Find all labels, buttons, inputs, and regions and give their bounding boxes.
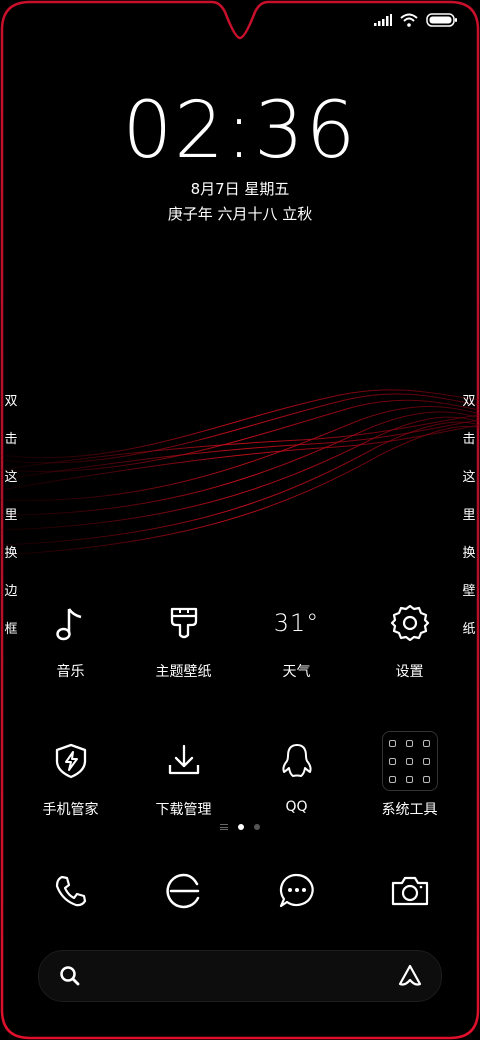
app-label: QQ bbox=[285, 799, 308, 815]
phone-icon[interactable] bbox=[14, 866, 127, 916]
camera-icon[interactable] bbox=[353, 866, 466, 916]
search-icon bbox=[60, 966, 80, 986]
paint-brush-icon bbox=[156, 595, 212, 651]
app-system-tools-folder[interactable]: 系统工具 bbox=[353, 731, 466, 819]
app-music[interactable]: 音乐 bbox=[14, 595, 127, 681]
side-left-char: 换 bbox=[4, 546, 18, 561]
side-right-char: 换 bbox=[462, 546, 476, 561]
app-label: 天气 bbox=[282, 664, 311, 680]
lockscreen-time[interactable]: 02:36 bbox=[0, 92, 480, 170]
app-qq[interactable]: QQ bbox=[240, 733, 353, 819]
side-right-char: 击 bbox=[462, 432, 476, 447]
qq-penguin-icon bbox=[269, 733, 325, 789]
side-left-char: 击 bbox=[4, 432, 18, 447]
app-grid: 音乐 主题壁纸 31° 天气 设置 手机管家 下载管理 QQ 系统工具 bbox=[14, 595, 466, 819]
dock bbox=[14, 866, 466, 916]
side-left-char: 双 bbox=[4, 394, 18, 409]
app-label: 主题壁纸 bbox=[155, 664, 212, 680]
date-text: 8月7日 星期五 bbox=[190, 180, 290, 198]
browser-icon[interactable] bbox=[127, 866, 240, 916]
wifi-icon bbox=[400, 13, 418, 27]
side-right-char: 这 bbox=[462, 470, 476, 485]
app-label: 系统工具 bbox=[381, 802, 438, 818]
status-bar bbox=[374, 10, 458, 30]
battery-icon bbox=[426, 13, 457, 27]
weather-temperature: 31° bbox=[273, 609, 320, 637]
search-input[interactable] bbox=[95, 961, 379, 991]
side-right-char: 里 bbox=[462, 508, 476, 523]
search-bar[interactable] bbox=[38, 950, 442, 1002]
app-label: 手机管家 bbox=[42, 802, 99, 818]
side-right-char: 双 bbox=[462, 394, 476, 409]
lunar-date-text: 庚子年 六月十八 立秋 bbox=[167, 205, 313, 223]
shield-bolt-icon bbox=[43, 733, 99, 789]
app-settings[interactable]: 设置 bbox=[353, 595, 466, 681]
app-downloads[interactable]: 下载管理 bbox=[127, 733, 240, 819]
music-note-icon bbox=[43, 595, 99, 651]
page-menu-icon bbox=[220, 824, 228, 830]
app-label: 音乐 bbox=[56, 664, 85, 680]
app-security[interactable]: 手机管家 bbox=[14, 733, 127, 819]
assistant-icon[interactable] bbox=[397, 963, 423, 989]
signal-icon bbox=[374, 14, 392, 26]
side-left-char: 里 bbox=[4, 508, 18, 523]
page-indicator[interactable] bbox=[0, 824, 480, 830]
download-icon bbox=[156, 733, 212, 789]
app-weather[interactable]: 31° 天气 bbox=[240, 595, 353, 681]
page-dot bbox=[254, 824, 260, 830]
weather-temp: 31° bbox=[269, 595, 325, 651]
messages-icon[interactable] bbox=[240, 866, 353, 916]
app-label: 设置 bbox=[395, 664, 424, 680]
tools-folder-icon bbox=[381, 731, 438, 791]
side-left-char: 这 bbox=[4, 470, 18, 485]
gear-icon bbox=[382, 595, 438, 651]
app-theme[interactable]: 主题壁纸 bbox=[127, 595, 240, 681]
page-dot-active bbox=[238, 824, 244, 830]
app-label: 下载管理 bbox=[155, 802, 212, 818]
